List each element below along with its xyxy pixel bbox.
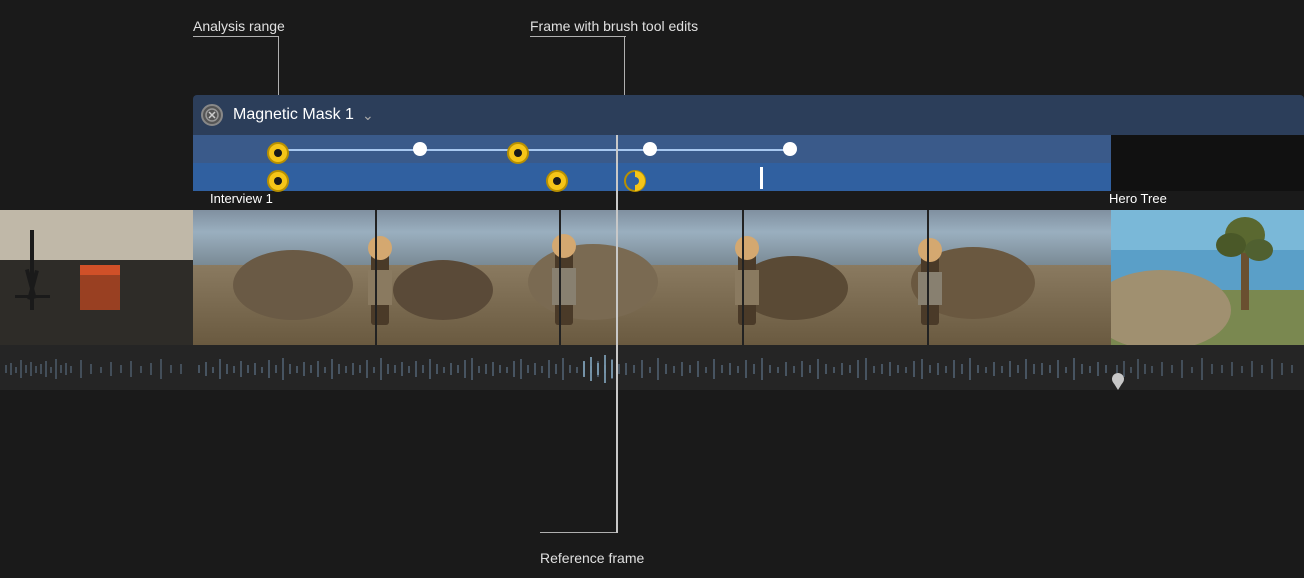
- reference-frame-line: [616, 135, 618, 533]
- waveform-right-svg: [1111, 345, 1304, 390]
- annotation-line-frame-h: [530, 36, 626, 37]
- keyframe-bottom-yellow-3[interactable]: [624, 170, 646, 192]
- annotation-analysis-range: Analysis range: [193, 18, 285, 34]
- playhead-marker: [1111, 372, 1125, 390]
- hero-tree-thumb: [1111, 210, 1304, 345]
- clip-label-hero-tree: Hero Tree: [1101, 191, 1294, 206]
- track-connect-line: [278, 149, 790, 151]
- waveform-right: [1111, 345, 1304, 390]
- waveform-left: [0, 345, 193, 390]
- keyframe-yellow-2[interactable]: [507, 142, 529, 164]
- mask-close-button[interactable]: [201, 104, 223, 126]
- mask-header: Magnetic Mask 1 ⌄: [193, 95, 1304, 135]
- clip-right: [1111, 210, 1304, 345]
- clip-left-thumb: [0, 210, 193, 345]
- clip-left: [0, 210, 193, 345]
- annotation-frame-brush: Frame with brush tool edits: [530, 18, 698, 34]
- keyframe-white-3[interactable]: [783, 142, 797, 156]
- keyframe-yellow-1[interactable]: [267, 142, 289, 164]
- track-black-area: [1111, 135, 1304, 191]
- clip-label-interview: Interview 1: [210, 191, 273, 206]
- keyframe-white-1[interactable]: [413, 142, 427, 156]
- interview-clip-thumbs: [193, 210, 1111, 345]
- annotation-reference-frame: Reference frame: [540, 550, 644, 566]
- waveform-left-svg: [0, 345, 193, 390]
- annotation-line-ref-h: [540, 532, 618, 533]
- close-icon: [205, 108, 219, 122]
- waveform-main-svg: [193, 345, 1111, 390]
- mask-dropdown-icon[interactable]: ⌄: [362, 107, 374, 124]
- mask-title: Magnetic Mask 1: [233, 106, 354, 124]
- waveform-main: [193, 345, 1111, 390]
- track-white-bar: [760, 167, 763, 189]
- track-row-bottom: [193, 163, 1111, 191]
- keyframe-bottom-yellow-2[interactable]: [546, 170, 568, 192]
- keyframe-bottom-yellow-1[interactable]: [267, 170, 289, 192]
- keyframe-white-2[interactable]: [643, 142, 657, 156]
- video-strip-main: [193, 210, 1111, 345]
- annotation-line-analysis-h: [193, 36, 279, 37]
